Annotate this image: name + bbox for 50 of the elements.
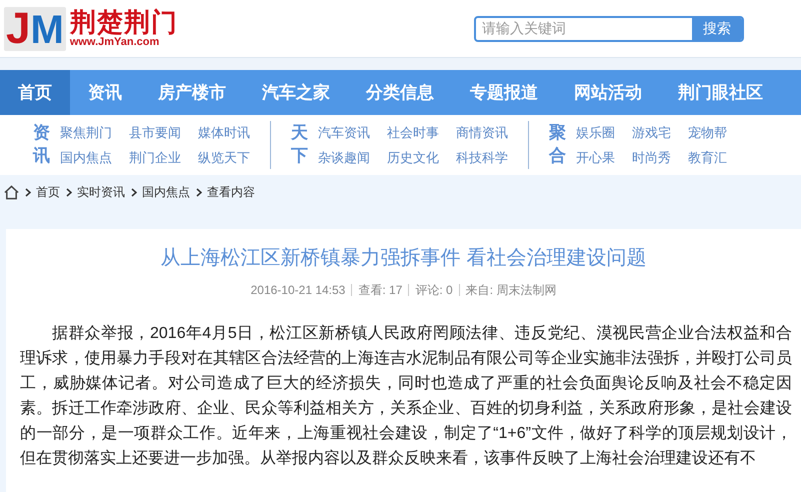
category-link[interactable]: 宠物帮: [688, 122, 727, 142]
article-paragraph: 据群众举报，2016年4月5日，松江区新桥镇人民政府罔顾法律、违反党纪、漠视民营企业合法权益和合理诉求，使用暴力手段对在其辖区合法经营的上海连吉水泥制品有限公司等企业实施非法强拆，并殴打公司员工，威胁媒体记者。对公司造成了巨大的经济损失，同时也造成了严重的社会负面舆论反响及社会不稳定因素。拆迁工作牵涉政府、企业、民众等利益相关方，关系企业、百姓的切身利益，关系政府形象，是社会建设的一部分，是一项群众工作。近年来，上海重视社会建设，制定了“1+6”文件，做好了科学的顶层规划设计，但在贯彻落实上还要进一步加强。从举报内容以及群众反映来看，该事件反映了上海社会治理建设还有不: [20, 324, 792, 469]
site-name: 荆楚荆门: [70, 8, 178, 36]
category-link[interactable]: 时尚秀: [632, 148, 671, 168]
breadcrumb-link[interactable]: 首页: [36, 183, 60, 201]
nav-tab[interactable]: 房产楼市: [140, 70, 244, 115]
category-label: 天下: [291, 122, 308, 167]
search-box[interactable]: 请输入关键词 搜索: [474, 16, 744, 42]
home-icon[interactable]: [4, 184, 19, 200]
category-link[interactable]: 县市要闻: [129, 122, 181, 142]
category-link[interactable]: 游戏宅: [632, 122, 671, 142]
category-link[interactable]: 历史文化: [387, 148, 439, 168]
breadcrumb-link[interactable]: 实时资讯: [77, 183, 125, 201]
nav-tab[interactable]: 专题报道: [452, 70, 556, 115]
category-label: 聚合: [549, 122, 566, 167]
nav-tab[interactable]: 资讯: [70, 70, 140, 115]
category-link[interactable]: 娱乐圈: [576, 122, 615, 142]
nav-tab[interactable]: 分类信息: [348, 70, 452, 115]
article-title: 从上海松江区新桥镇暴力强拆事件 看社会治理建设问题: [160, 246, 648, 271]
article-meta: 查看: 17: [358, 282, 402, 299]
site-url: www.JmYan.com: [70, 36, 160, 49]
nav-tab[interactable]: 荆门眼社区: [660, 70, 781, 115]
logo-mark: JM: [4, 6, 66, 50]
category-link[interactable]: 汽车资讯: [318, 122, 370, 142]
category-link[interactable]: 纵览天下: [198, 148, 250, 168]
article-meta: 评论: 0: [415, 282, 453, 299]
category-link[interactable]: 荆门企业: [129, 148, 181, 168]
category-link[interactable]: 商情资讯: [456, 122, 508, 142]
category-link[interactable]: 国内焦点: [60, 148, 112, 168]
nav-tab[interactable]: 汽车之家: [244, 70, 348, 115]
nav-tab[interactable]: 首页: [0, 70, 70, 115]
category-link[interactable]: 杂谈趣闻: [318, 148, 370, 168]
category-link[interactable]: 社会时事: [387, 122, 439, 142]
category-link[interactable]: 聚焦荆门: [60, 122, 112, 142]
breadcrumb-link[interactable]: 国内焦点: [142, 183, 190, 201]
article-meta: 来自: 周末法制网: [466, 282, 556, 299]
breadcrumb-link[interactable]: 查看内容: [207, 183, 255, 201]
chevron-icon: [196, 188, 202, 196]
category-link[interactable]: 媒体时讯: [198, 122, 250, 142]
chevron-icon: [25, 188, 31, 196]
category-link[interactable]: 教育汇: [688, 148, 727, 168]
nav-tab[interactable]: 网站活动: [556, 70, 660, 115]
chevron-icon: [66, 188, 72, 196]
article-meta: 2016-10-21 14:53: [250, 282, 346, 299]
category-link[interactable]: 开心果: [576, 148, 615, 168]
category-link[interactable]: 科技科学: [456, 148, 508, 168]
search-field[interactable]: 请输入关键词: [476, 18, 692, 40]
chevron-icon: [131, 188, 137, 196]
search-button[interactable]: 搜索: [692, 18, 742, 40]
category-label: 资讯: [33, 122, 50, 167]
